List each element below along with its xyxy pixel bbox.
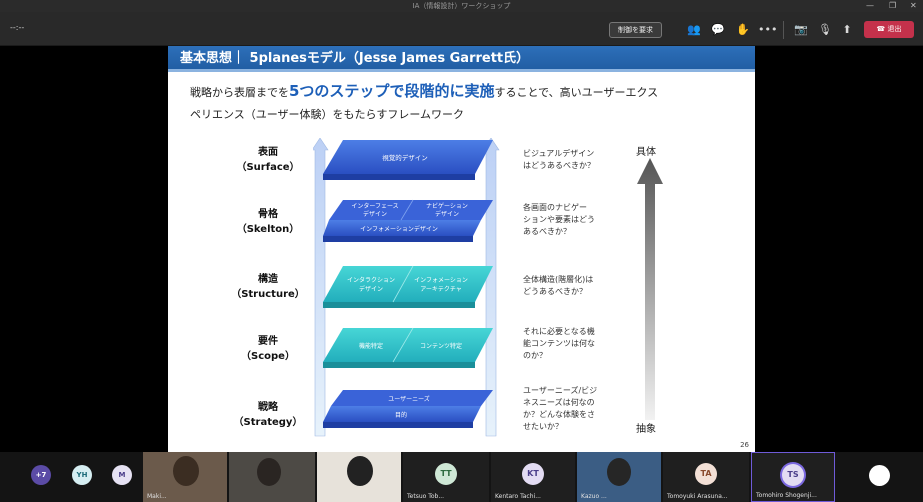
plane-skeleton: インターフェース デザイン ナビゲーション デザイン インフォメーションデザイン <box>323 199 493 242</box>
overflow-participants-badge[interactable]: +7 <box>31 465 51 485</box>
phone-hangup-icon: ☎ <box>876 25 888 33</box>
plane-label-interaction-design-2: デザイン <box>359 285 383 293</box>
participant-tile-active-speaker[interactable]: TS Tomohiro Shogenji... <box>751 452 835 502</box>
level-label-scope: 要件 （Scope） <box>241 336 295 362</box>
participant-name: Kentaro Tachi... <box>495 493 541 500</box>
plane-label-interface-design-1: インターフェース <box>351 202 398 210</box>
participant-tile[interactable]: TT Tetsuo Tob... <box>403 452 489 502</box>
plane-scope: 機能特定 コンテンツ特定 <box>323 327 493 368</box>
participant-video <box>173 456 199 486</box>
level-description-skeleton: 各画面のナビゲー ションや要素はどう あるべきか？ <box>523 203 595 236</box>
participant-tile[interactable]: KT Kentaro Tachi... <box>491 452 575 502</box>
five-planes-diagram: 視覚的デザイン インターフェース デザイン ナビゲーション デザイン インフォメ… <box>313 138 500 437</box>
window-titlebar: IA（情報設計）ワークショップ — ❐ ✕ <box>0 0 923 12</box>
close-icon[interactable]: ✕ <box>910 0 917 12</box>
meeting-toolbar: --:-- 制御を要求 👥 💬 ✋ ••• 📷 🎙 ⬆ ☎ 退出 <box>0 12 923 46</box>
level-label-structure: 構造 （Structure） <box>231 274 305 300</box>
plane-label-interaction-design-1: インタラクション <box>347 276 395 284</box>
participant-name: Tetsuo Tob... <box>407 493 445 500</box>
participant-video <box>347 456 373 486</box>
share-screen-icon[interactable]: ⬆ <box>839 22 855 38</box>
slide-page-number: 26 <box>740 441 749 449</box>
participant-video <box>607 458 631 486</box>
concrete-label: 具体 <box>636 147 656 158</box>
chat-icon[interactable]: 💬 <box>710 22 726 38</box>
request-control-button[interactable]: 制御を要求 <box>609 22 662 38</box>
camera-off-icon[interactable]: 📷 <box>793 22 809 38</box>
avatar: TA <box>695 463 717 485</box>
minimize-icon[interactable]: — <box>866 0 874 12</box>
plane-label-objectives: 目的 <box>395 411 407 419</box>
more-options-button[interactable]: ••• <box>758 22 777 38</box>
presentation-slide: 基本思想｜ 5planesモデル（Jesse James Garrett氏） 戦… <box>168 46 755 452</box>
plane-strategy: ユーザーニーズ 目的 <box>323 390 493 428</box>
toolbar-divider <box>783 21 784 39</box>
avatar: KT <box>522 463 544 485</box>
participant-strip: +7 YH M Maki... TT Tetsuo Tob... KT Kent… <box>0 452 923 502</box>
plane-label-visual-design: 視覚的デザイン <box>382 153 428 162</box>
plane-label-interface-design-2: デザイン <box>363 210 387 218</box>
restore-icon[interactable]: ❐ <box>889 0 896 12</box>
level-label-skeleton: 骨格 （Skelton） <box>236 209 300 235</box>
participant-video-tile[interactable]: Kazuo ... <box>577 452 661 502</box>
slide-lead-text: 戦略から表層までを5つのステップで段階的に実施することで、高いユーザーエクス ペ… <box>190 82 659 121</box>
participant-video-tile[interactable] <box>229 452 315 502</box>
plane-label-content-spec: コンテンツ特定 <box>420 342 462 350</box>
level-description-scope: それに必要となる機 能コンテンツは何な のか？ <box>523 327 595 360</box>
raise-hand-icon[interactable]: ✋ <box>735 22 751 38</box>
level-label-surface: 表面 （Surface） <box>236 147 300 173</box>
shared-screen: 基本思想｜ 5planesモデル（Jesse James Garrett氏） 戦… <box>0 46 923 452</box>
window-title: IA（情報設計）ワークショップ <box>412 2 511 10</box>
abstraction-arrow <box>637 158 663 420</box>
participant-video-tile[interactable]: Maki... <box>143 452 227 502</box>
plane-label-navigation-design-1: ナビゲーション <box>426 202 468 210</box>
participant-video <box>257 458 281 486</box>
level-description-structure: 全体構造(階層化)は どうあるべきか？ <box>523 275 594 296</box>
plane-label-navigation-design-2: デザイン <box>435 210 459 218</box>
participant-name: Kazuo ... <box>581 493 607 500</box>
meeting-timer: --:-- <box>10 23 25 32</box>
left-progress-arrow <box>313 138 329 437</box>
plane-label-information-design: インフォメーションデザイン <box>360 225 438 233</box>
leave-button[interactable]: ☎ 退出 <box>864 21 914 38</box>
slide-title: 基本思想｜ 5planesモデル（Jesse James Garrett氏） <box>168 46 755 72</box>
plane-label-function-spec: 機能特定 <box>359 342 383 350</box>
level-description-strategy: ユーザーニーズ/ビジ ネスニーズは何なの か？どんな体験をさ せたいか？ <box>523 386 598 431</box>
plane-surface: 視覚的デザイン <box>323 140 493 180</box>
participant-name: Tomoyuki Arasuna... <box>667 493 728 500</box>
participant-name: Maki... <box>147 493 167 500</box>
lead-highlight: 5つのステップで段階的に実施 <box>289 82 495 100</box>
avatar: TT <box>435 463 457 485</box>
level-label-strategy: 戦略 （Strategy） <box>233 402 303 428</box>
avatar[interactable]: YH <box>72 465 92 485</box>
plane-label-information-architecture-1: インフォメーション <box>414 277 468 284</box>
avatar: TS <box>782 464 804 486</box>
avatar[interactable]: M <box>112 465 132 485</box>
participant-video-tile[interactable] <box>317 452 401 502</box>
self-video-preview[interactable] <box>869 465 890 486</box>
participant-name: Tomohiro Shogenji... <box>756 492 817 499</box>
participant-tile[interactable]: TA Tomoyuki Arasuna... <box>663 452 749 502</box>
level-description-surface: ビジュアルデザイン はどうあるべきか？ <box>523 149 595 170</box>
people-icon[interactable]: 👥 <box>686 22 702 38</box>
plane-structure: インタラクション デザイン インフォメーション アーキテクチャ <box>323 265 493 308</box>
mic-off-icon[interactable]: 🎙 <box>817 22 833 38</box>
plane-label-information-architecture-2: アーキテクチャ <box>420 286 462 293</box>
plane-label-user-needs: ユーザーニーズ <box>388 395 430 403</box>
abstract-label: 抽象 <box>636 424 656 435</box>
